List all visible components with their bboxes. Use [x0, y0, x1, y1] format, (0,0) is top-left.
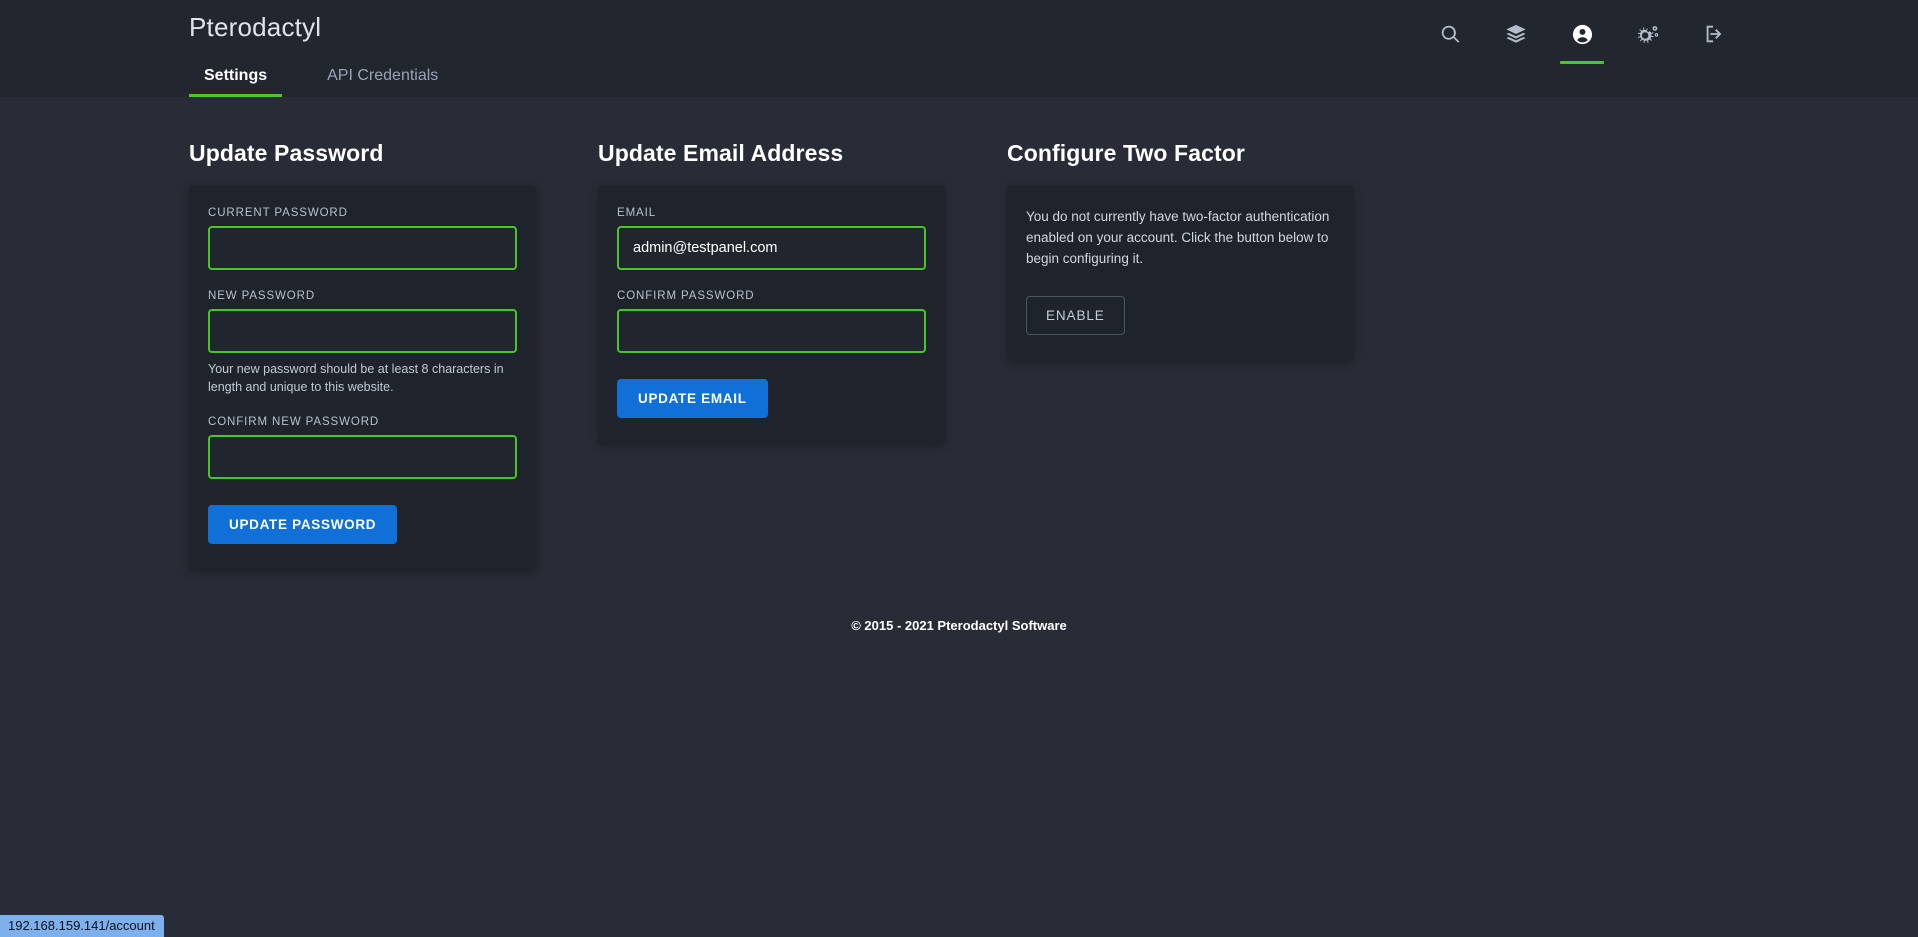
- update-password-title: Update Password: [189, 140, 384, 166]
- field-email: Email: [617, 207, 926, 270]
- confirm-new-password-label: Confirm New Password: [208, 416, 380, 429]
- new-password-help-text: Your new password should be at least 8 c…: [208, 362, 504, 395]
- enable-two-factor-button[interactable]: Enable: [1026, 295, 1125, 335]
- email-label: Email: [617, 207, 657, 219]
- status-bar-url: 192.168.159.141/account: [0, 915, 164, 937]
- update-password-button[interactable]: Update Password: [208, 505, 398, 545]
- main-content: Update Password Current Password New Pas…: [179, 97, 1739, 633]
- confirm-password-label: Confirm Password: [617, 290, 755, 302]
- update-password-button-row: Update Password: [208, 505, 517, 545]
- two-factor-card: You do not currently have two-factor aut…: [1007, 185, 1354, 361]
- tab-settings[interactable]: Settings: [189, 57, 283, 97]
- two-factor-button-row: Enable: [1026, 295, 1335, 335]
- update-email-button-row: Update Email: [617, 379, 926, 418]
- brand-title: Pterodactyl: [189, 12, 322, 42]
- header-tabs: Settings API Credentials: [189, 57, 453, 97]
- email-input[interactable]: [617, 226, 926, 270]
- update-email-card: Email Confirm Password Update Email: [598, 185, 945, 444]
- new-password-label: New Password: [208, 290, 316, 302]
- field-confirm-password: Confirm Password: [617, 290, 926, 353]
- two-factor-title: Configure Two Factor: [1007, 140, 1245, 166]
- settings-columns: Update Password Current Password New Pas…: [189, 97, 1729, 571]
- column-two-factor: Configure Two Factor You do not currentl…: [1007, 140, 1354, 361]
- two-factor-description: You do not currently have two-factor aut…: [1026, 209, 1330, 266]
- tab-api-credentials[interactable]: API Credentials: [312, 57, 453, 97]
- confirm-new-password-input[interactable]: [208, 435, 517, 480]
- current-password-input[interactable]: [208, 226, 517, 270]
- confirm-password-input[interactable]: [617, 309, 926, 353]
- app-header: Pterodactyl Settings API Credentials: [0, 0, 1918, 97]
- current-password-label: Current Password: [208, 207, 348, 219]
- search-icon[interactable]: [1435, 0, 1465, 68]
- servers-layers-icon[interactable]: [1501, 0, 1531, 68]
- account-user-icon[interactable]: [1560, 0, 1604, 68]
- field-confirm-new-password: Confirm New Password: [208, 416, 517, 480]
- column-update-email: Update Email Address Email Confirm Passw…: [598, 140, 945, 444]
- admin-cogs-icon[interactable]: [1633, 0, 1663, 68]
- footer-copyright: © 2015 - 2021 Pterodactyl Software: [851, 618, 1067, 634]
- new-password-input[interactable]: [208, 309, 517, 353]
- field-current-password: Current Password: [208, 207, 517, 270]
- header-inner: Pterodactyl Settings API Credentials: [179, 0, 1739, 97]
- logout-icon[interactable]: [1699, 0, 1729, 68]
- update-email-title: Update Email Address: [598, 140, 844, 166]
- header-nav-icons: [1435, 0, 1729, 68]
- field-new-password: New Password Your new password should be…: [208, 290, 517, 396]
- column-update-password: Update Password Current Password New Pas…: [189, 140, 536, 571]
- update-password-card: Current Password New Password Your new p…: [189, 185, 536, 571]
- update-email-button[interactable]: Update Email: [617, 379, 768, 418]
